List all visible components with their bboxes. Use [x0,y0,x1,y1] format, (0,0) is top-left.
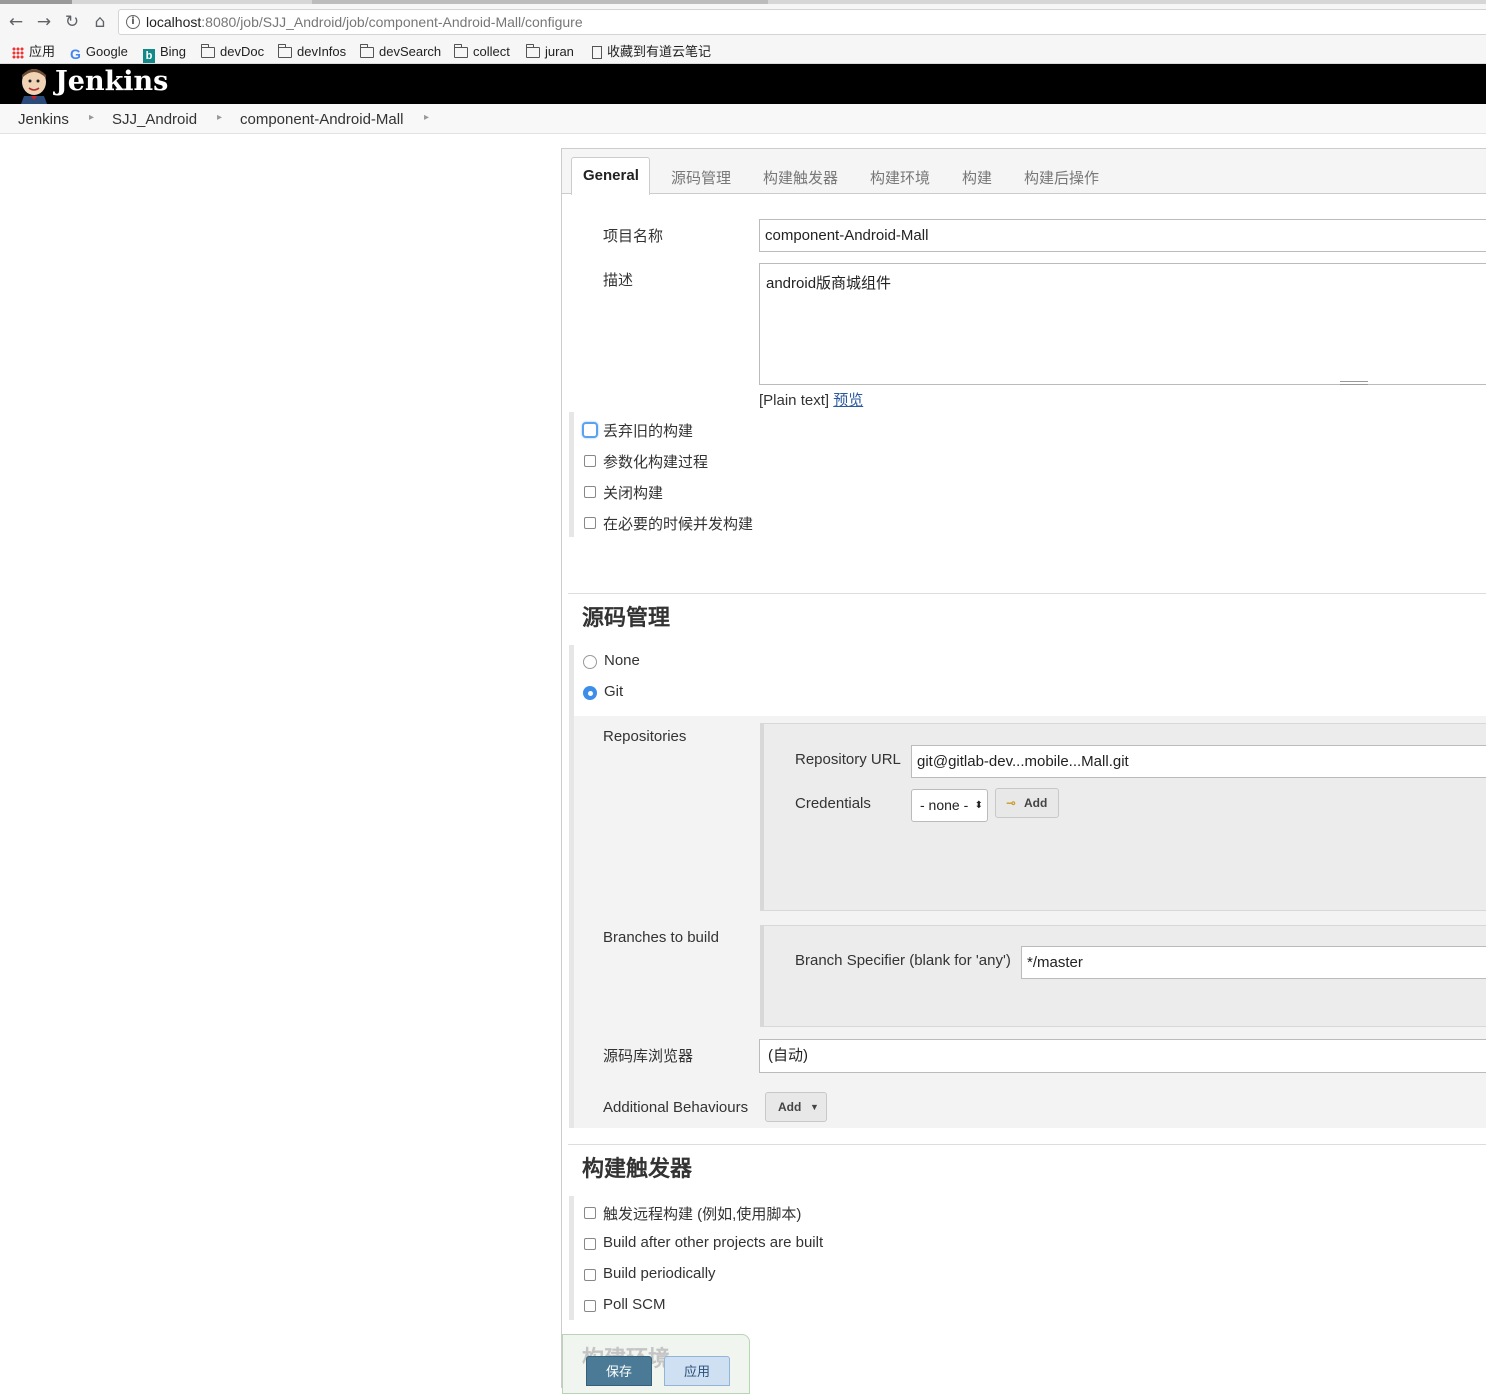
key-icon: ⊸ [1006,796,1017,810]
google-icon: G [70,46,81,62]
build-periodically-label: Build periodically [603,1265,716,1282]
project-name-input[interactable]: component-Android-Mall [759,219,1486,252]
parameterized-label: 参数化构建过程 [603,454,709,471]
bookmark-bing[interactable]: b Bing [143,43,186,63]
chevron-right-icon[interactable]: ▸ [89,112,94,123]
folder-icon [526,44,540,58]
concurrent-build-label: 在必要的时候并发构建 [603,516,754,533]
disable-build-checkbox[interactable] [584,486,596,498]
section-rule [569,1196,574,1320]
build-after-label: Build after other projects are built [603,1234,824,1251]
address-bar[interactable]: i localhost:8080/job/SJJ_Android/job/com… [118,9,1486,35]
description-label: 描述 [603,272,634,289]
caret-down-icon: ▼ [810,1102,819,1112]
browser-toolbar: ← → ↻ ⌂ i localhost:8080/job/SJJ_Android… [0,4,1486,40]
forward-icon[interactable]: → [34,12,54,32]
project-name-label: 项目名称 [603,228,664,245]
bookmark-collect[interactable]: collect [454,43,510,61]
scm-git-radio[interactable] [583,686,597,700]
build-after-checkbox[interactable] [584,1238,596,1250]
behaviours-add-button[interactable]: Add ▼ [765,1092,827,1122]
credentials-label: Credentials [795,795,871,812]
poll-scm-label: Poll SCM [603,1296,666,1313]
jenkins-header: Jenkins [0,64,1486,104]
tab-build-env[interactable]: 构建环境 [870,167,930,188]
tab-scm[interactable]: 源码管理 [671,167,731,188]
bookmark-apps[interactable]: 应用 [12,43,55,61]
bookmark-devinfos[interactable]: devInfos [278,43,346,61]
credentials-select[interactable]: - none - ⬍ [911,789,988,822]
folder-icon [454,44,468,58]
apps-icon [12,47,24,59]
chevron-updown-icon: ⬍ [974,800,983,811]
repo-url-label: Repository URL [795,751,901,768]
bing-icon: b [143,49,155,63]
scm-git-label: Git [604,683,624,700]
reload-icon[interactable]: ↻ [62,12,82,32]
branches-label: Branches to build [603,929,719,946]
concurrent-build-checkbox[interactable] [584,517,596,529]
save-button[interactable]: 保存 [586,1356,652,1386]
poll-scm-checkbox[interactable] [584,1300,596,1312]
url-text: localhost:8080/job/SJJ_Android/job/compo… [146,14,583,30]
divider [568,593,1486,594]
parameterized-checkbox[interactable] [584,455,596,467]
bookmark-google[interactable]: G Google [70,43,128,62]
remote-trigger-checkbox[interactable] [584,1207,596,1219]
breadcrumb-job[interactable]: component-Android-Mall [240,111,403,128]
repositories-label: Repositories [603,728,687,745]
additional-behaviours-label: Additional Behaviours [603,1099,749,1116]
scm-heading: 源码管理 [582,605,671,630]
resize-grip[interactable] [1340,381,1368,385]
info-icon[interactable]: i [126,15,140,29]
repo-browser-select[interactable]: (自动) [759,1039,1486,1073]
bookmark-devsearch[interactable]: devSearch [360,43,441,61]
divider [568,1144,1486,1145]
bookmark-devdoc[interactable]: devDoc [201,43,264,61]
jenkins-logo-icon[interactable] [16,66,52,104]
preview-link[interactable]: 预览 [833,392,863,409]
back-icon[interactable]: ← [6,12,26,32]
branch-specifier-label: Branch Specifier (blank for 'any') [795,952,1011,969]
tab-general[interactable]: General [583,167,639,184]
tab-build[interactable]: 构建 [962,167,992,188]
triggers-heading: 构建触发器 [582,1156,693,1181]
folder-icon [360,44,374,58]
jenkins-title[interactable]: Jenkins [55,66,168,97]
description-textarea[interactable]: android版商城组件 [759,263,1486,385]
discard-old-builds-label: 丢弃旧的构建 [603,423,694,440]
breadcrumb-folder[interactable]: SJJ_Android [112,111,197,128]
chevron-right-icon[interactable]: ▸ [424,112,429,123]
repo-browser-label: 源码库浏览器 [603,1048,694,1065]
credentials-add-button[interactable]: ⊸ Add [995,788,1059,818]
breadcrumb: Jenkins ▸ SJJ_Android ▸ component-Androi… [0,104,1486,134]
tab-triggers[interactable]: 构建触发器 [763,167,838,188]
scm-none-label: None [604,652,640,669]
apply-button[interactable]: 应用 [664,1356,730,1386]
plain-text-note: [Plain text] 预览 [759,392,864,409]
home-icon[interactable]: ⌂ [90,12,110,32]
bookmark-juran[interactable]: juran [526,43,574,61]
repo-url-input[interactable]: git@gitlab-dev...mobile...Mall.git [911,745,1486,778]
tab-post-build[interactable]: 构建后操作 [1024,167,1099,188]
disable-build-label: 关闭构建 [603,485,664,502]
page-icon [592,46,602,59]
bookmark-youdao[interactable]: 收藏到有道云笔记 [592,43,711,61]
bookmarks-bar: 应用 G Google b Bing devDoc devInfos devSear… [0,40,1486,64]
discard-old-builds-checkbox[interactable] [582,422,598,438]
chevron-right-icon[interactable]: ▸ [217,112,222,123]
scm-none-radio[interactable] [583,655,597,669]
folder-icon [278,44,292,58]
branch-specifier-input[interactable]: */master [1021,946,1486,979]
folder-icon [201,44,215,58]
breadcrumb-jenkins[interactable]: Jenkins [18,111,69,128]
remote-trigger-label: 触发远程构建 (例如,使用脚本) [603,1206,802,1223]
build-periodically-checkbox[interactable] [584,1269,596,1281]
section-rule [569,412,574,537]
